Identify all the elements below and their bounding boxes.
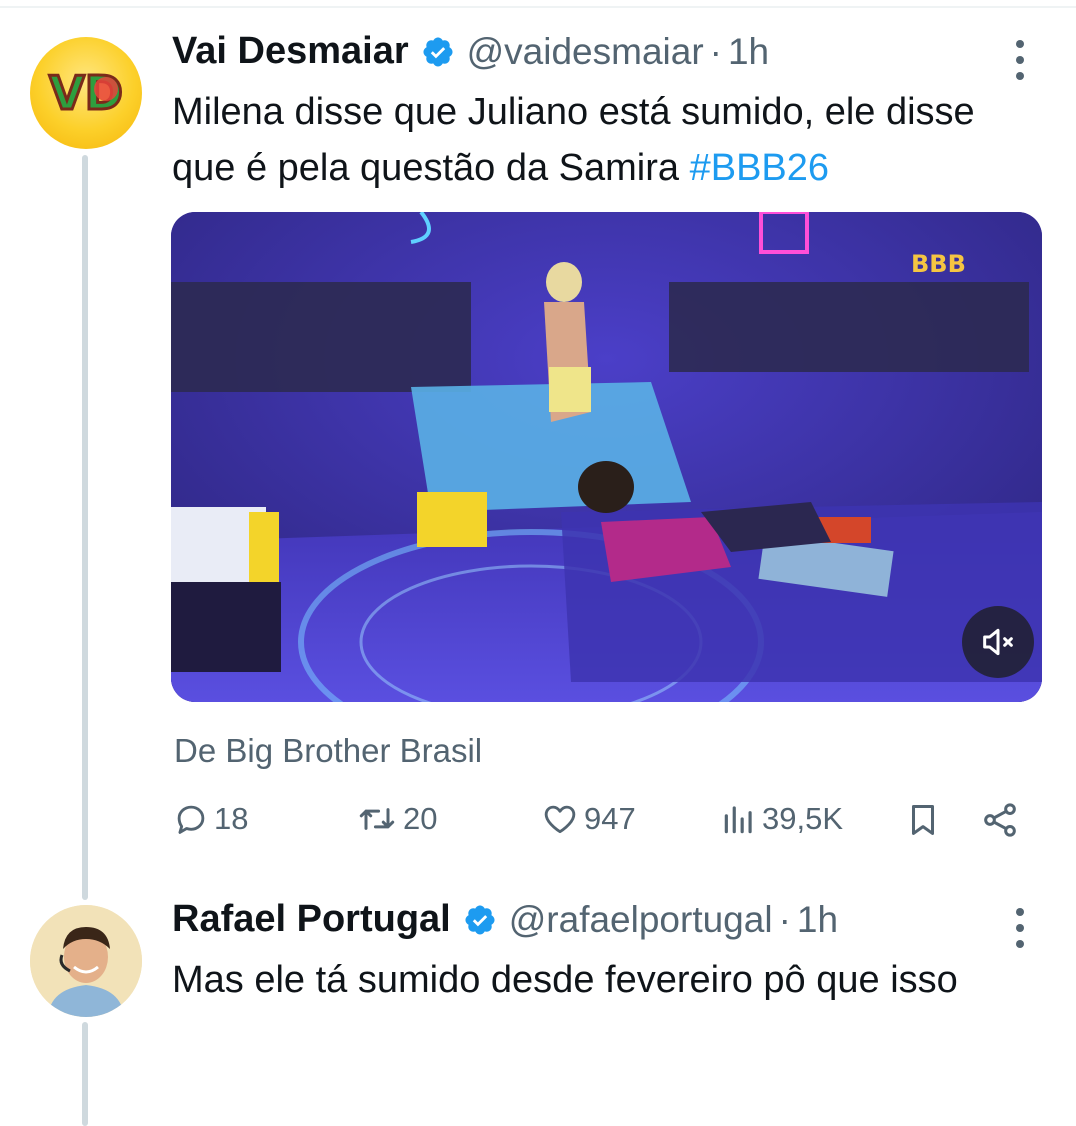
bookmark-button[interactable] [904, 800, 942, 840]
thread-connector [82, 1022, 88, 1126]
like-button[interactable]: 947 [540, 800, 636, 838]
vai-desmaiar-logo: VD [48, 65, 125, 122]
repost-count: 20 [403, 801, 438, 836]
author-handle[interactable]: @rafaelportugal [509, 899, 773, 941]
timestamp[interactable]: 1h [728, 31, 769, 73]
reply-icon [177, 805, 205, 834]
action-bar: 18 20 947 39,5K [172, 800, 1042, 852]
tweet-body: Milena disse que Juliano está sumido, el… [172, 91, 975, 189]
bookmark-icon [911, 805, 935, 835]
repost-icon [359, 808, 395, 830]
video-player[interactable]: BBB [171, 212, 1042, 702]
tweet-header: Vai Desmaiar @vaidesmaiar · 1h [172, 30, 769, 73]
avatar[interactable] [30, 905, 142, 1017]
like-count: 947 [584, 801, 636, 836]
avatar[interactable]: VD [30, 37, 142, 149]
verified-badge-icon [463, 903, 497, 937]
tweet-text: Milena disse que Juliano está sumido, el… [172, 84, 1042, 196]
verified-badge-icon [421, 35, 455, 69]
svg-text:BBB: BBB [911, 250, 966, 278]
mute-button[interactable] [962, 606, 1034, 678]
reply-count: 18 [214, 801, 249, 836]
share-icon [984, 803, 1016, 837]
media-source-attribution[interactable]: De Big Brother Brasil [174, 732, 482, 770]
hashtag-link[interactable]: #BBB26 [690, 147, 829, 189]
heart-icon [544, 805, 576, 834]
more-options-icon[interactable] [1008, 908, 1032, 948]
reply-button[interactable]: 18 [172, 800, 248, 838]
tweet-text: Mas ele tá sumido desde fevereiro pô que… [172, 959, 958, 1001]
author-handle[interactable]: @vaidesmaiar [467, 31, 704, 73]
more-options-icon[interactable] [1008, 40, 1032, 80]
views-button[interactable]: 39,5K [720, 800, 843, 838]
author-name[interactable]: Vai Desmaiar [172, 30, 409, 73]
timestamp[interactable]: 1h [797, 899, 838, 941]
views-chart-icon [724, 806, 752, 834]
repost-button[interactable]: 20 [355, 800, 437, 838]
video-frame: BBB [171, 212, 1042, 702]
author-name[interactable]: Rafael Portugal [172, 898, 451, 941]
view-count: 39,5K [762, 801, 844, 836]
tweet-header: Rafael Portugal @rafaelportugal · 1h [172, 898, 838, 941]
rafael-portugal-avatar-image [30, 905, 142, 1017]
share-button[interactable] [980, 800, 1020, 840]
mute-icon [983, 628, 1013, 656]
separator: · [778, 898, 791, 940]
thread-connector [82, 155, 88, 900]
separator: · [709, 30, 722, 72]
top-divider [0, 6, 1076, 8]
